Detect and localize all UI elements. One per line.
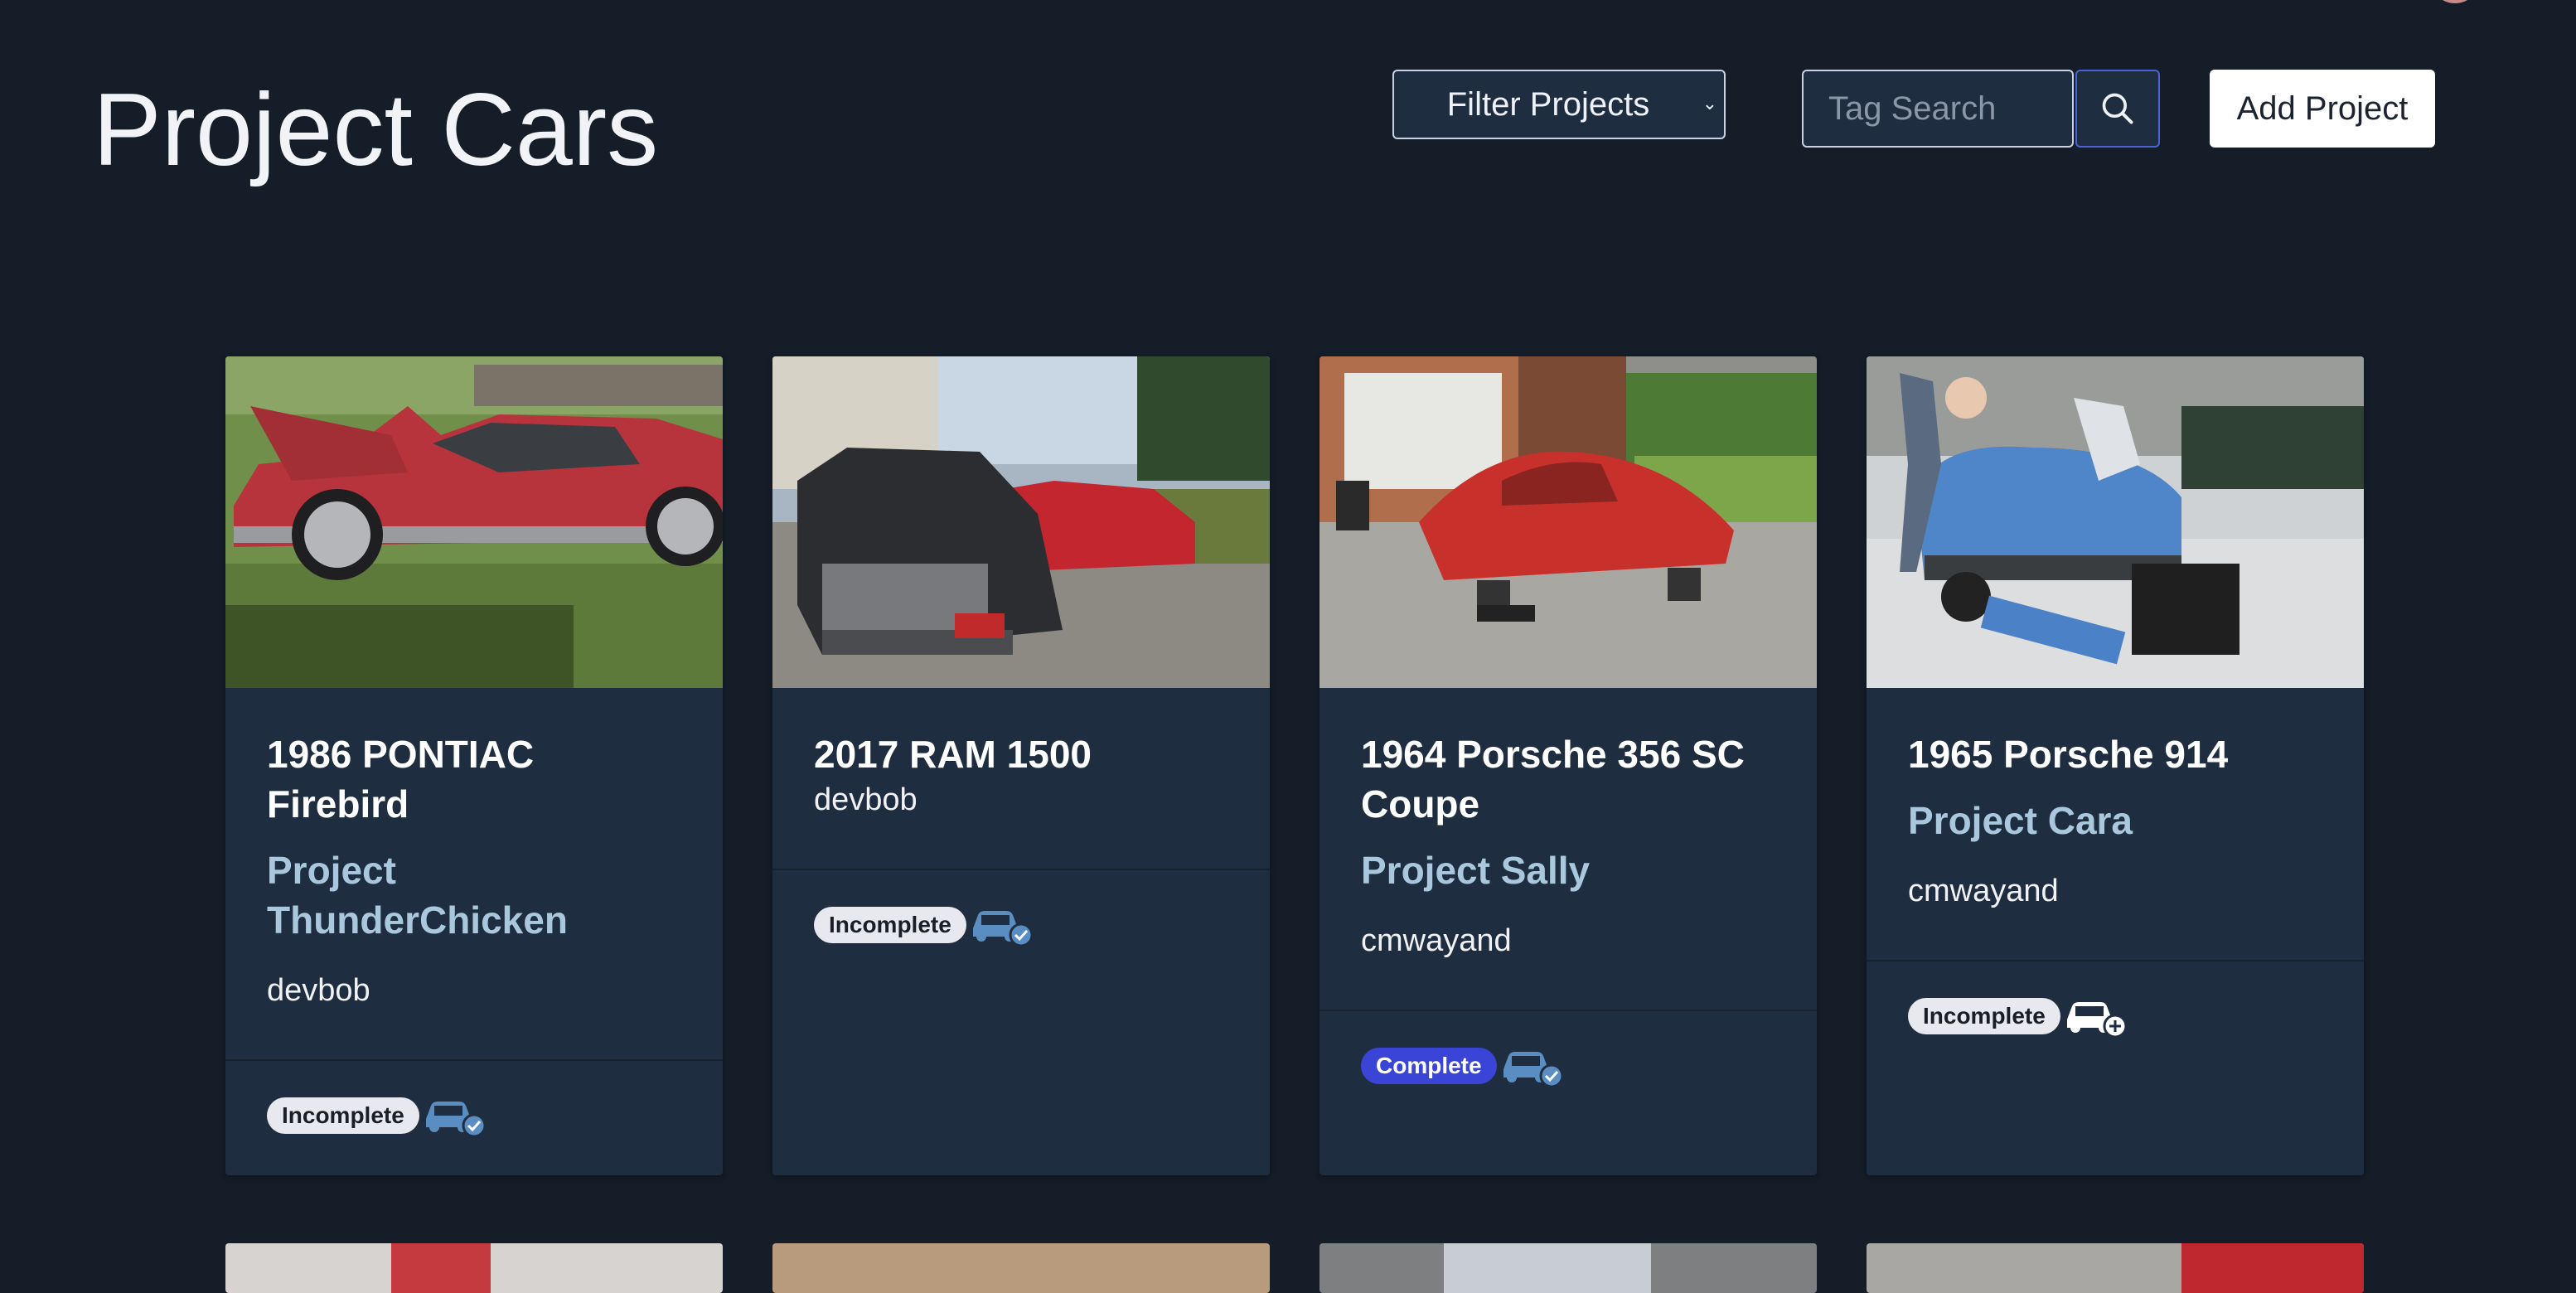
card-footer: Incomplete [1867,960,2364,1071]
project-card[interactable]: 1964 Porsche 356 SC Coupe Project Sally … [1319,356,1817,1175]
page-title: Project Cars [93,73,659,187]
owner-name: cmwayand [1361,923,1512,958]
car-title: 2017 RAM 1500 [814,733,1092,776]
search-button[interactable] [2075,70,2160,148]
project-photo [1319,1243,1817,1293]
filter-projects-label: Filter Projects [1446,85,1650,123]
add-project-button[interactable]: Add Project [2210,70,2435,148]
tag-search-placeholder: Tag Search [1828,90,1997,127]
car-check-icon [1503,1052,1564,1087]
project-card[interactable]: 1965 Porsche 914 Project Cara cmwayand I… [1867,356,2364,1175]
project-photo [1867,356,2364,688]
project-card[interactable] [225,1243,723,1293]
car-check-icon [425,1102,487,1137]
project-name: Project ThunderChicken [267,849,568,942]
card-footer: Incomplete [772,869,1270,980]
project-card[interactable] [1319,1243,1817,1293]
project-card[interactable]: 1986 PONTIAC Firebird Project ThunderChi… [225,356,723,1175]
car-check-icon [972,911,1034,947]
status-badge: Incomplete [267,1097,419,1134]
project-name: Project Cara [1908,799,2133,842]
search-icon [2102,93,2133,124]
car-title: 1965 Porsche 914 [1908,733,2229,776]
car-title: 1986 PONTIAC Firebird [267,733,535,826]
project-card[interactable] [772,1243,1270,1293]
car-title: 1964 Porsche 356 SC Coupe [1361,733,1745,826]
project-photo [1867,1243,2364,1293]
project-card[interactable]: 2017 RAM 1500 devbob Incomplete [772,356,1270,1175]
status-badge: Incomplete [814,907,966,943]
owner-name: devbob [814,782,918,817]
project-photo [772,356,1270,688]
user-avatar[interactable] [2437,0,2473,3]
project-photo [1319,356,1817,688]
card-footer: Incomplete [225,1059,723,1170]
card-footer: Complete [1319,1010,1817,1121]
project-photo [225,356,723,688]
filter-projects-select[interactable]: Filter Projects ⌄ [1392,70,1726,139]
project-card[interactable] [1867,1243,2364,1293]
status-badge: Incomplete [1908,998,2060,1034]
project-name: Project Sally [1361,849,1591,892]
owner-name: cmwayand [1908,874,2059,908]
tag-search-input[interactable]: Tag Search [1802,70,2074,148]
project-photo [225,1243,723,1293]
project-photo [772,1243,1270,1293]
owner-name: devbob [267,973,370,1008]
chevron-down-icon: ⌄ [1702,93,1717,114]
status-badge: Complete [1361,1048,1497,1084]
car-plus-icon [2066,1002,2128,1038]
